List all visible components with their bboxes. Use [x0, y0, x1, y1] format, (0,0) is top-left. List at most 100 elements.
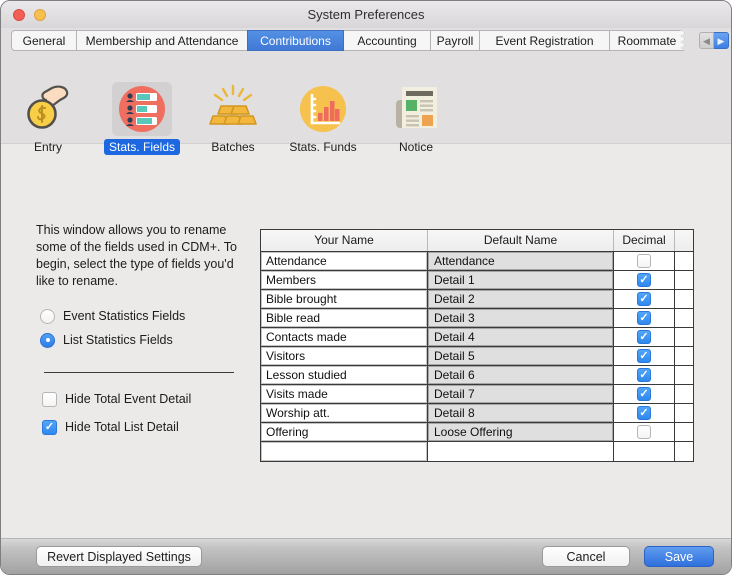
default-name-value: Detail 2: [428, 290, 614, 308]
checkbox-label: Hide Total List Detail: [65, 420, 179, 434]
tab-contributions[interactable]: Contributions: [247, 30, 344, 51]
tab-event-registration[interactable]: Event Registration: [479, 30, 610, 51]
row-stub-cell: [675, 423, 693, 441]
checkbox-hide-total-list-detail[interactable]: ✓ Hide Total List Detail: [42, 419, 179, 435]
row-stub-cell: [675, 290, 693, 308]
decimal-checkbox[interactable]: ✓: [637, 387, 651, 401]
row-stub-cell: [675, 271, 693, 289]
your-name-field[interactable]: Lesson studied: [261, 366, 428, 384]
revert-displayed-settings-button[interactable]: Revert Displayed Settings: [36, 546, 202, 567]
your-name-field[interactable]: [261, 442, 428, 461]
tab-roommate[interactable]: Roommate: [609, 30, 685, 51]
your-name-field[interactable]: Attendance: [261, 252, 428, 270]
your-name-field[interactable]: Offering: [261, 423, 428, 441]
decimal-cell: ✓: [614, 404, 675, 422]
toolbar-item-label: Stats. Fields: [104, 139, 180, 155]
decimal-cell: ✓: [614, 309, 675, 327]
decimal-checkbox[interactable]: ✓: [637, 368, 651, 382]
table-row: Visits madeDetail 7✓: [261, 385, 693, 404]
tab-membership[interactable]: Membership and Attendance: [76, 30, 248, 51]
radio-list-statistics-fields[interactable]: List Statistics Fields: [40, 332, 173, 348]
tab-scroll-left-icon[interactable]: ◀: [699, 32, 714, 49]
fields-table-body: AttendanceAttendanceMembersDetail 1 ✓ Bibl…: [261, 252, 693, 461]
tab-general[interactable]: General: [11, 30, 77, 51]
decimal-checkbox[interactable]: ✓: [637, 292, 651, 306]
default-name-value: Loose Offering: [428, 423, 614, 441]
your-name-field[interactable]: Visits made: [261, 385, 428, 403]
table-row: Lesson studiedDetail 6 ✓: [261, 366, 693, 385]
decimal-checkbox[interactable]: [637, 425, 651, 439]
toolbar-item-batches[interactable]: Batches: [190, 82, 276, 155]
system-preferences-window: System Preferences General Membership an…: [0, 0, 732, 575]
table-row: Worship att.Detail 8 ✓: [261, 404, 693, 423]
decimal-checkbox[interactable]: ✓: [637, 330, 651, 344]
toolbar-item-stats-funds[interactable]: Stats. Funds: [280, 82, 366, 155]
decimal-cell: [614, 252, 675, 270]
row-stub-cell: [675, 366, 693, 384]
decimal-cell: ✓: [614, 328, 675, 346]
default-name-value: Detail 4: [428, 328, 614, 346]
tab-accounting[interactable]: Accounting: [343, 30, 431, 51]
toolbar-item-label: Notice: [394, 139, 438, 155]
your-name-field[interactable]: Worship att.: [261, 404, 428, 422]
save-button[interactable]: Save: [644, 546, 714, 567]
rename-instructions-text: This window allows you to rename some of…: [36, 222, 240, 290]
your-name-field[interactable]: Bible read: [261, 309, 428, 327]
default-name-value: Attendance: [428, 252, 614, 270]
toolbar-item-label: Stats. Funds: [284, 139, 361, 155]
newspaper-icon: [386, 82, 446, 136]
tab-strip: General Membership and Attendance Contri…: [11, 30, 685, 51]
table-row: MembersDetail 1 ✓: [261, 271, 693, 290]
default-name-value: Detail 8: [428, 404, 614, 422]
row-stub-cell: [675, 309, 693, 327]
toolbar-item-label: Batches: [206, 139, 259, 155]
tab-payroll[interactable]: Payroll: [430, 30, 480, 51]
column-header-default-name: Default Name: [428, 230, 614, 251]
decimal-checkbox[interactable]: ✓: [637, 273, 651, 287]
cancel-button[interactable]: Cancel: [542, 546, 630, 567]
checkbox[interactable]: ✓: [42, 420, 57, 435]
tab-scroll-arrows: ◀ ▶: [699, 32, 729, 49]
your-name-field[interactable]: Bible brought: [261, 290, 428, 308]
toolbar-item-label: Entry: [29, 139, 67, 155]
decimal-cell: ✓: [614, 366, 675, 384]
decimal-checkbox[interactable]: [637, 254, 651, 268]
default-name-value: Detail 5: [428, 347, 614, 365]
row-stub-cell: [675, 347, 693, 365]
decimal-cell: [614, 442, 675, 461]
toolbar-item-notice[interactable]: Notice: [373, 82, 459, 155]
decimal-cell: ✓: [614, 347, 675, 365]
checkbox-hide-total-event-detail[interactable]: Hide Total Event Detail: [42, 391, 191, 407]
column-header-stub: [675, 230, 693, 251]
toolbar-item-stats-fields[interactable]: Stats. Fields: [99, 82, 185, 155]
default-name-value: Detail 6: [428, 366, 614, 384]
checkbox[interactable]: [42, 392, 57, 407]
your-name-field[interactable]: Visitors: [261, 347, 428, 365]
decimal-cell: ✓: [614, 290, 675, 308]
decimal-cell: [614, 423, 675, 441]
window-title: System Preferences: [1, 1, 731, 28]
decimal-checkbox[interactable]: ✓: [637, 406, 651, 420]
table-row: [261, 442, 693, 461]
column-header-decimal: Decimal: [614, 230, 675, 251]
decimal-cell: ✓: [614, 271, 675, 289]
column-header-your-name: Your Name: [261, 230, 428, 251]
toolbar-item-entry[interactable]: Entry: [5, 82, 91, 155]
tab-scroll-right-icon[interactable]: ▶: [714, 32, 729, 49]
radio-event-statistics-fields[interactable]: Event Statistics Fields: [40, 308, 185, 324]
default-name-value: [428, 442, 614, 461]
radio-button[interactable]: [40, 333, 55, 348]
table-header: Your Name Default Name Decimal: [261, 230, 693, 252]
radio-button[interactable]: [40, 309, 55, 324]
row-stub-cell: [675, 404, 693, 422]
decimal-checkbox[interactable]: ✓: [637, 349, 651, 363]
decimal-checkbox[interactable]: ✓: [637, 311, 651, 325]
default-name-value: Detail 1: [428, 271, 614, 289]
row-stub-cell: [675, 328, 693, 346]
radio-label: List Statistics Fields: [63, 333, 173, 347]
radio-label: Event Statistics Fields: [63, 309, 185, 323]
decimal-cell: ✓: [614, 385, 675, 403]
your-name-field[interactable]: Members: [261, 271, 428, 289]
row-stub-cell: [675, 442, 693, 461]
your-name-field[interactable]: Contacts made: [261, 328, 428, 346]
